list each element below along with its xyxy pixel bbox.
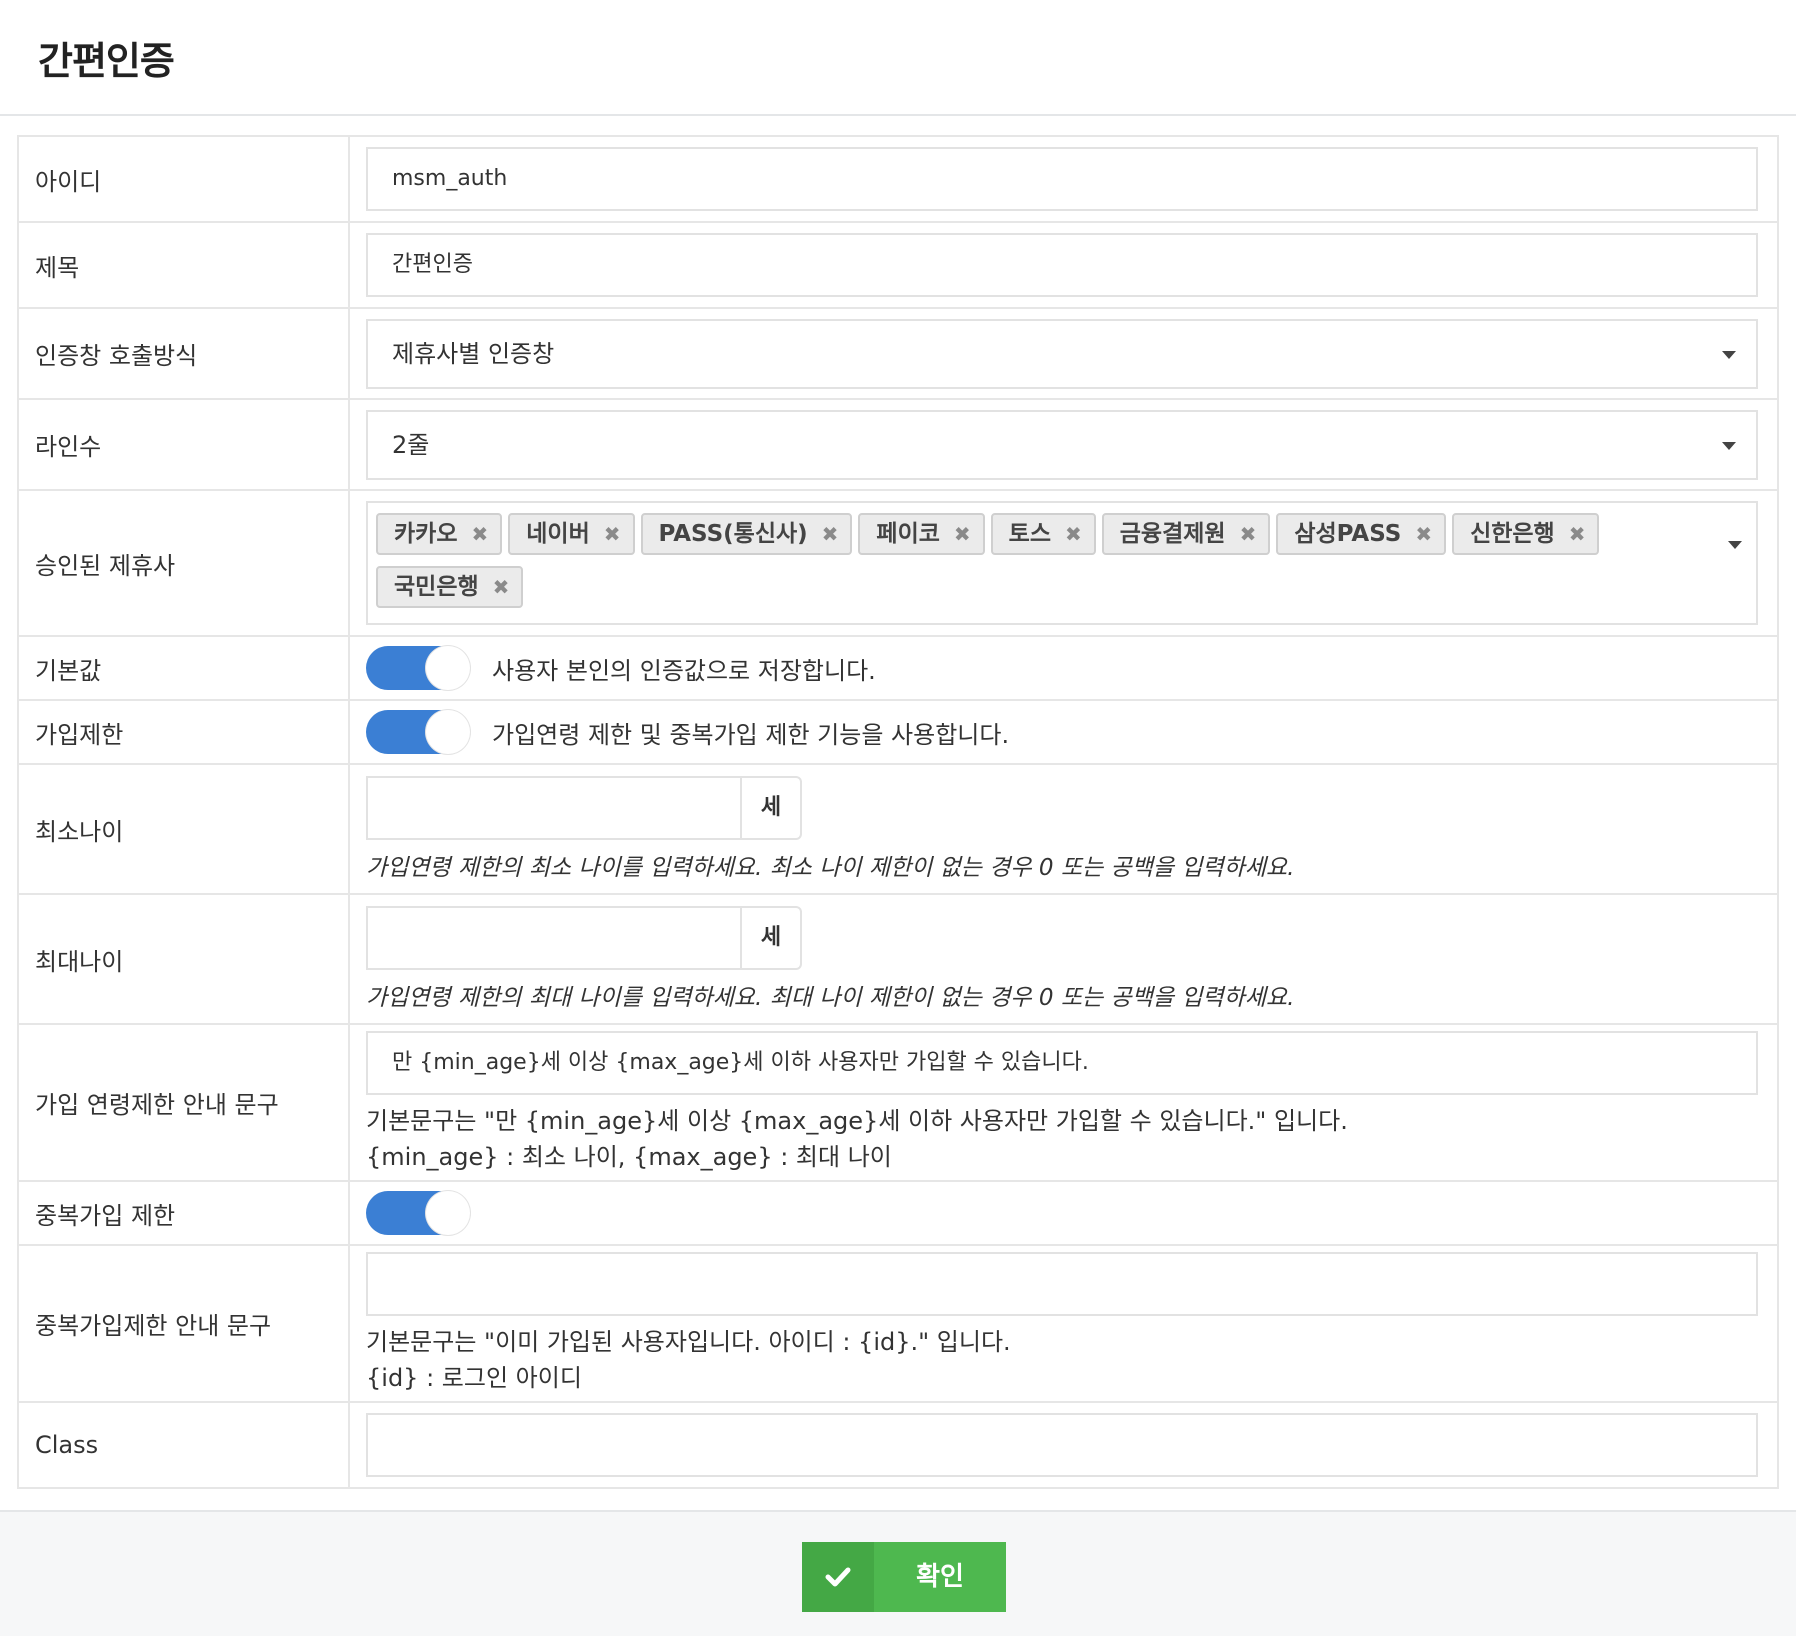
age-msg-help-line-2: {min_age} : 최소 나이, {max_age} : 최대 나이 <box>366 1142 892 1171</box>
default-label: 기본값 <box>17 635 350 701</box>
caret-down-icon <box>1722 350 1736 359</box>
toggle-knob <box>426 1191 470 1235</box>
dup-limit-label: 중복가입 제한 <box>17 1180 350 1246</box>
lines-value: 2줄 <box>392 430 430 459</box>
remove-x-icon[interactable]: ✖ <box>954 515 971 553</box>
dup-msg-input[interactable] <box>366 1251 1758 1316</box>
confirm-button[interactable]: 확인 <box>802 1542 1006 1612</box>
dup-msg-help-line-2: {id} : 로그인 아이디 <box>366 1363 582 1392</box>
min-age-label: 최소나이 <box>17 763 350 895</box>
join-limit-label: 가입제한 <box>17 699 350 765</box>
partner-tag-label: 삼성PASS <box>1294 521 1402 547</box>
page-header: 간편인증 <box>0 0 1796 116</box>
dup-msg-help: 기본문구는 "이미 가입된 사용자입니다. 아이디 : {id}." 입니다. … <box>366 1324 1761 1396</box>
partners-multiselect[interactable]: 카카오 ✖ 네이버 ✖ PASS(통신사) ✖ 페이코 ✖ 토스 ✖ 금융결제원 ✖ 삼성PASS ✖ 신한… <box>366 501 1758 625</box>
id-input[interactable]: msm_auth <box>366 147 1758 211</box>
partner-tag: PASS(통신사) ✖ <box>640 513 853 555</box>
partner-tag: 페이코 ✖ <box>858 513 985 555</box>
title-input[interactable]: 간편인증 <box>366 233 1758 297</box>
page-title: 간편인증 <box>38 39 175 83</box>
row-call-method: 인증창 호출방식 제휴사별 인증창 <box>17 307 1779 400</box>
max-age-group: 세 <box>366 906 802 970</box>
title-label: 제목 <box>17 221 350 309</box>
join-limit-toggle-text: 가입연령 제한 및 중복가입 제한 기능을 사용합니다. <box>492 720 1010 749</box>
age-msg-help-line-1: 기본문구는 "만 {min_age}세 이상 {max_age}세 이하 사용자… <box>366 1106 1348 1135</box>
id-label: 아이디 <box>17 135 350 223</box>
remove-x-icon[interactable]: ✖ <box>1065 515 1082 553</box>
dup-msg-help-line-1: 기본문구는 "이미 가입된 사용자입니다. 아이디 : {id}." 입니다. <box>366 1327 1011 1356</box>
partner-tag: 토스 ✖ <box>990 513 1096 555</box>
class-input[interactable] <box>366 1413 1758 1477</box>
partner-tag-label: 신한은행 <box>1470 521 1555 547</box>
remove-x-icon[interactable]: ✖ <box>1240 515 1257 553</box>
remove-x-icon[interactable]: ✖ <box>471 515 488 553</box>
partner-tag-label: 네이버 <box>526 521 590 547</box>
partner-tag: 네이버 ✖ <box>508 513 635 555</box>
partners-label: 승인된 제휴사 <box>17 489 350 637</box>
partner-tag-label: 페이코 <box>876 521 940 547</box>
row-title: 제목 간편인증 <box>17 221 1779 309</box>
partner-tag: 국민은행 ✖ <box>376 566 524 608</box>
max-age-help: 가입연령 제한의 최대 나이를 입력하세요. 최대 나이 제한이 없는 경우 0… <box>366 985 1295 1011</box>
max-age-unit: 세 <box>742 906 802 970</box>
partner-tag-label: 토스 <box>1008 521 1051 547</box>
lines-label: 라인수 <box>17 398 350 491</box>
min-age-help: 가입연령 제한의 최소 나이를 입력하세요. 최소 나이 제한이 없는 경우 0… <box>366 855 1295 881</box>
remove-x-icon[interactable]: ✖ <box>604 515 621 553</box>
partner-tag: 삼성PASS ✖ <box>1276 513 1447 555</box>
min-age-group: 세 <box>366 776 802 840</box>
row-join-limit: 가입제한 가입연령 제한 및 중복가입 제한 기능을 사용합니다. <box>17 699 1779 765</box>
partner-tag-label: 금융결제원 <box>1119 521 1226 547</box>
partner-tag-label: 국민은행 <box>394 574 479 600</box>
row-lines: 라인수 2줄 <box>17 398 1779 491</box>
age-msg-input[interactable]: 만 {min_age}세 이상 {max_age}세 이하 사용자만 가입할 수… <box>366 1030 1758 1095</box>
partner-tag: 카카오 ✖ <box>376 513 503 555</box>
row-age-msg: 가입 연령제한 안내 문구 만 {min_age}세 이상 {max_age}세… <box>17 1023 1779 1182</box>
row-dup-msg: 중복가입제한 안내 문구 기본문구는 "이미 가입된 사용자입니다. 아이디 :… <box>17 1244 1779 1403</box>
age-msg-label: 가입 연령제한 안내 문구 <box>17 1023 350 1182</box>
row-dup-limit: 중복가입 제한 <box>17 1180 1779 1246</box>
remove-x-icon[interactable]: ✖ <box>493 568 510 606</box>
dup-msg-label: 중복가입제한 안내 문구 <box>17 1244 350 1403</box>
lines-select[interactable]: 2줄 <box>366 409 1758 480</box>
join-limit-toggle[interactable] <box>366 710 470 754</box>
partner-tag: 신한은행 ✖ <box>1452 513 1600 555</box>
call-method-label: 인증창 호출방식 <box>17 307 350 400</box>
min-age-input[interactable] <box>366 776 742 840</box>
row-max-age: 최대나이 세 가입연령 제한의 최대 나이를 입력하세요. 최대 나이 제한이 … <box>17 893 1779 1025</box>
confirm-label: 확인 <box>916 1562 964 1592</box>
max-age-input[interactable] <box>366 906 742 970</box>
toggle-knob <box>426 646 470 690</box>
default-toggle[interactable] <box>366 646 470 690</box>
caret-down-icon[interactable] <box>1728 541 1742 549</box>
call-method-value: 제휴사별 인증창 <box>392 339 555 368</box>
max-age-label: 최대나이 <box>17 893 350 1025</box>
row-id: 아이디 msm_auth <box>17 135 1779 223</box>
partner-tag-label: 카카오 <box>394 521 458 547</box>
partner-tag: 금융결제원 ✖ <box>1101 513 1271 555</box>
caret-down-icon <box>1722 441 1736 450</box>
call-method-select[interactable]: 제휴사별 인증창 <box>366 318 1758 389</box>
row-default: 기본값 사용자 본인의 인증값으로 저장합니다. <box>17 635 1779 701</box>
remove-x-icon[interactable]: ✖ <box>822 515 839 553</box>
dup-limit-toggle[interactable] <box>366 1191 470 1235</box>
age-msg-help: 기본문구는 "만 {min_age}세 이상 {max_age}세 이하 사용자… <box>366 1103 1761 1175</box>
row-class: Class <box>17 1401 1779 1489</box>
settings-form: 아이디 msm_auth 제목 간편인증 인증창 호출방식 제휴사별 인증창 라… <box>17 135 1779 1489</box>
row-min-age: 최소나이 세 가입연령 제한의 최소 나이를 입력하세요. 최소 나이 제한이 … <box>17 763 1779 895</box>
check-icon <box>802 1542 874 1612</box>
partner-tag-label: PASS(통신사) <box>658 521 808 547</box>
class-label: Class <box>17 1401 350 1489</box>
remove-x-icon[interactable]: ✖ <box>1415 515 1432 553</box>
default-toggle-text: 사용자 본인의 인증값으로 저장합니다. <box>492 656 876 685</box>
remove-x-icon[interactable]: ✖ <box>1569 515 1586 553</box>
row-partners: 승인된 제휴사 카카오 ✖ 네이버 ✖ PASS(통신사) ✖ 페이코 ✖ 토스 ✖ 금융결제원 ✖ 삼… <box>17 489 1779 637</box>
form-footer: 확인 <box>0 1510 1796 1636</box>
toggle-knob <box>426 710 470 754</box>
min-age-unit: 세 <box>742 776 802 840</box>
